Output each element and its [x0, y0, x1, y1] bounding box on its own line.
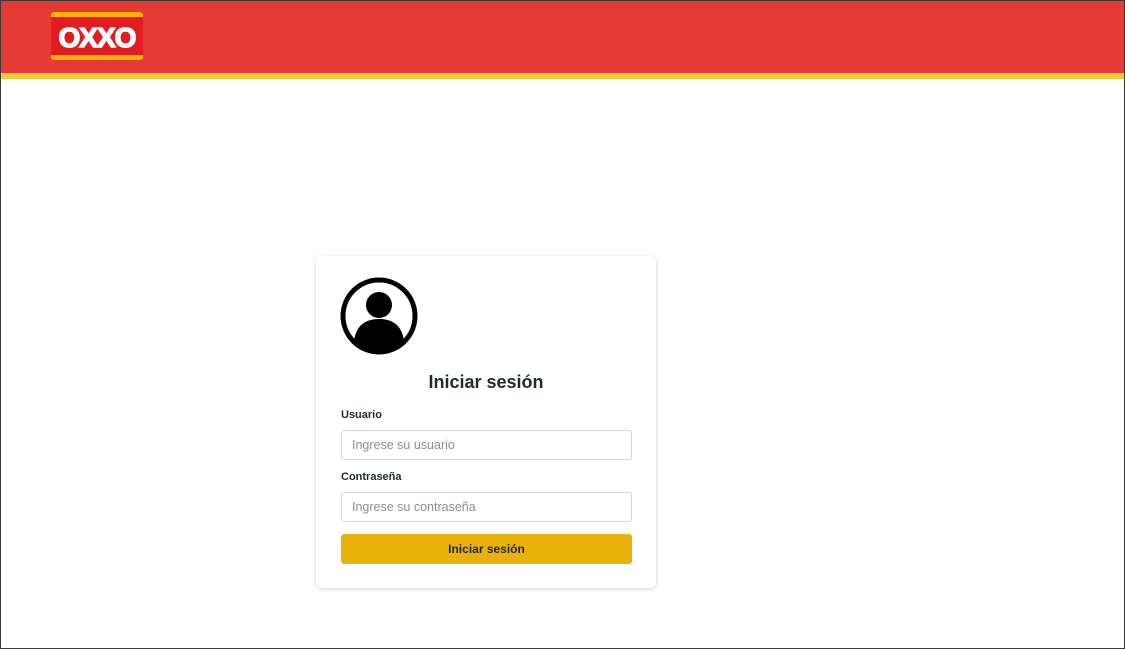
login-title: Iniciar sesión: [428, 372, 544, 392]
top-header: OXXO: [1, 1, 1124, 79]
oxxo-logo[interactable]: OXXO: [51, 12, 143, 60]
login-button[interactable]: Iniciar sesión: [341, 534, 632, 564]
password-input[interactable]: [341, 492, 632, 522]
user-circle-icon: [340, 277, 418, 355]
page: OXXO Iniciar sesión Usuario Contraseña I…: [0, 0, 1125, 649]
password-label: Contraseña: [341, 471, 402, 483]
username-input[interactable]: [341, 430, 632, 460]
username-label: Usuario: [341, 409, 382, 421]
login-card: Iniciar sesión Usuario Contraseña Inicia…: [316, 256, 656, 588]
svg-text:OXXO: OXXO: [59, 22, 136, 53]
